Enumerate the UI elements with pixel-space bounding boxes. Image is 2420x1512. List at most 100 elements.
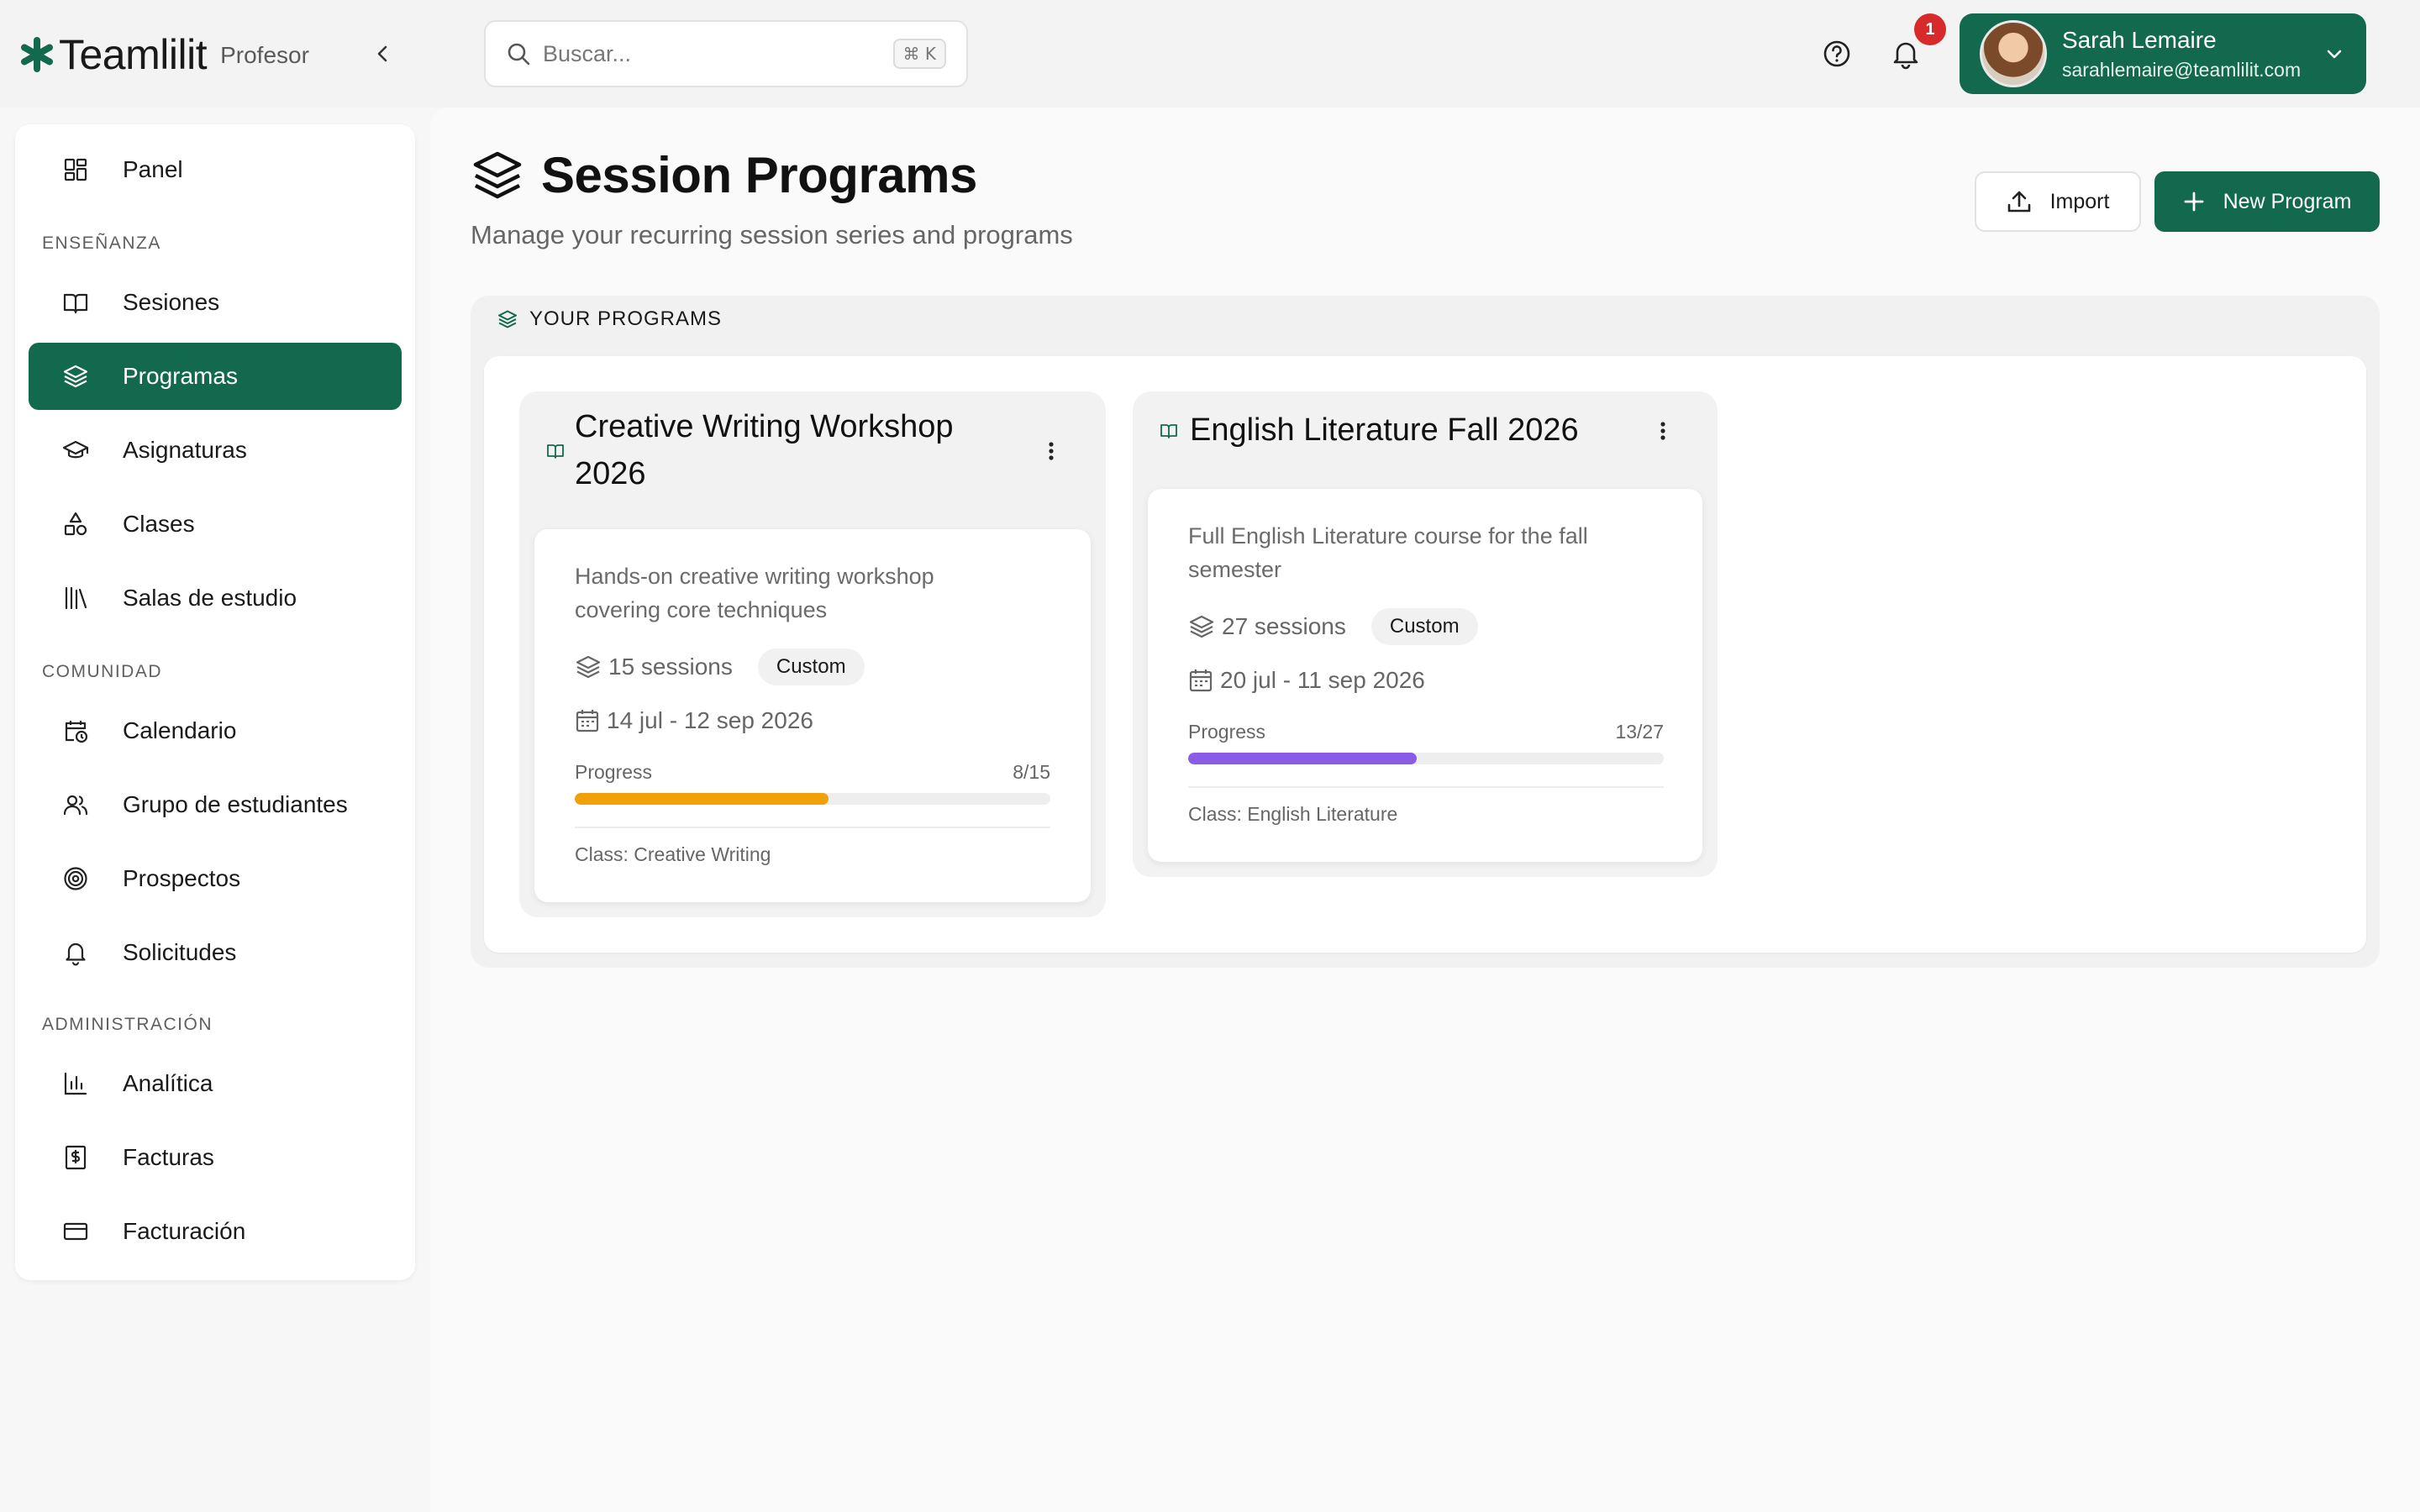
program-description-line: Full English Literature course for the f… bbox=[1188, 523, 1588, 549]
sidebar-item-label: Salas de estudio bbox=[123, 585, 297, 611]
page-subtitle: Manage your recurring session series and… bbox=[471, 220, 1073, 249]
library-icon bbox=[65, 586, 87, 610]
program-description: Full English Literature course for the f… bbox=[1188, 519, 1588, 586]
program-sessions: 15 sessions bbox=[608, 654, 733, 680]
program-description-line: semester bbox=[1188, 557, 1282, 582]
program-description: Hands-on creative writing workshop cover… bbox=[575, 559, 934, 627]
bar-chart-icon bbox=[64, 1072, 87, 1095]
sidebar-item-programas[interactable]: Programas bbox=[29, 343, 402, 410]
program-sessions-row: 15 sessions Custom bbox=[575, 648, 865, 685]
progress-count: 8/15 bbox=[1013, 761, 1050, 783]
collapse-sidebar-button[interactable] bbox=[368, 39, 398, 69]
sidebar-item-prospectos[interactable]: Prospectos bbox=[29, 845, 402, 912]
shapes-icon bbox=[64, 512, 87, 536]
program-description-line: covering core techniques bbox=[575, 597, 828, 622]
new-program-button[interactable]: New Program bbox=[2154, 171, 2380, 232]
sidebar-item-label: Programas bbox=[123, 363, 238, 389]
programs-section-title: YOUR PROGRAMS bbox=[529, 307, 723, 330]
sidebar-section-title: ENSEÑANZA bbox=[42, 234, 161, 253]
program-dates-row: 20 jul - 11 sep 2026 bbox=[1188, 667, 1425, 694]
help-circle-icon bbox=[1823, 40, 1850, 67]
sidebar-item-sesiones[interactable]: Sesiones bbox=[29, 269, 402, 336]
sidebar-item-grupo-de-estudiantes[interactable]: Grupo de estudiantes bbox=[29, 771, 402, 838]
sidebar-item-calendario[interactable]: Calendario bbox=[29, 697, 402, 764]
sidebar-item-label: Analítica bbox=[123, 1070, 213, 1096]
sidebar-item-label: Clases bbox=[123, 511, 195, 537]
program-title-line: Creative Writing Workshop bbox=[575, 409, 954, 444]
brand-name: Teamlilit bbox=[59, 31, 208, 78]
users-icon bbox=[63, 795, 88, 816]
more-vertical-icon[interactable] bbox=[1650, 418, 1676, 444]
upload-icon bbox=[2007, 191, 2030, 213]
brand-role: Profesor bbox=[220, 42, 309, 68]
sidebar-item-label: Facturas bbox=[123, 1144, 214, 1170]
sidebar-item-label: Grupo de estudiantes bbox=[123, 791, 348, 817]
program-class: Class: Creative Writing bbox=[575, 843, 771, 865]
notifications-button[interactable] bbox=[1889, 37, 1923, 71]
layers-icon bbox=[473, 151, 522, 198]
chevron-left-icon bbox=[377, 45, 387, 62]
program-sessions: 27 sessions bbox=[1222, 613, 1346, 639]
book-icon bbox=[1160, 424, 1177, 438]
search-box[interactable]: ⌘ K bbox=[484, 20, 968, 87]
program-type-badge: Custom bbox=[1370, 608, 1478, 645]
program-type-badge: Custom bbox=[757, 648, 865, 685]
chevron-down-icon bbox=[2327, 50, 2342, 59]
program-title: Creative Writing Workshop 2026 bbox=[575, 403, 954, 497]
asterisk-logo-icon bbox=[21, 37, 53, 72]
progress-bar bbox=[575, 793, 1050, 805]
progress-count: 13/27 bbox=[1615, 721, 1664, 743]
sidebar-item-clases[interactable]: Clases bbox=[29, 491, 402, 558]
grid-icon bbox=[64, 158, 87, 181]
new-program-button-label: New Program bbox=[2223, 189, 2352, 213]
credit-card-icon bbox=[63, 1222, 88, 1241]
sidebar-item-label: Sesiones bbox=[123, 289, 220, 315]
search-shortcut: ⌘ K bbox=[892, 39, 946, 69]
sidebar: Panel ENSEÑANZA Sesiones Programas Asign… bbox=[15, 124, 415, 1280]
program-dates: 14 jul - 12 sep 2026 bbox=[607, 707, 813, 733]
top-bar: Teamlilit Profesor ⌘ K 1 Sarah Lemaire bbox=[0, 0, 2420, 108]
programs-section-header: YOUR PROGRAMS bbox=[497, 307, 722, 331]
plus-icon bbox=[2184, 192, 2203, 212]
sidebar-item-salas-de-estudio[interactable]: Salas de estudio bbox=[29, 564, 402, 632]
calendar-icon bbox=[1189, 669, 1213, 692]
sidebar-item-label: Asignaturas bbox=[123, 437, 247, 463]
divider bbox=[575, 827, 1050, 828]
progress-label: Progress bbox=[575, 761, 653, 783]
progress-bar-fill bbox=[575, 793, 829, 805]
program-sessions-row: 27 sessions Custom bbox=[1188, 608, 1478, 645]
target-icon bbox=[64, 867, 87, 890]
layers-icon bbox=[63, 365, 88, 388]
divider bbox=[1188, 786, 1664, 788]
sidebar-item-facturacion[interactable]: Facturación bbox=[29, 1198, 402, 1265]
book-icon bbox=[547, 444, 564, 459]
search-icon bbox=[508, 43, 530, 66]
user-name: Sarah Lemaire bbox=[2062, 26, 2217, 53]
sidebar-item-panel[interactable]: Panel bbox=[29, 136, 402, 203]
page-title: Session Programs bbox=[541, 147, 977, 203]
sidebar-item-analitica[interactable]: Analítica bbox=[29, 1050, 402, 1117]
sidebar-item-solicitudes[interactable]: Solicitudes bbox=[29, 919, 402, 986]
book-icon bbox=[63, 293, 88, 314]
sidebar-item-facturas[interactable]: Facturas bbox=[29, 1124, 402, 1191]
search-input[interactable] bbox=[543, 40, 893, 67]
program-class: Class: English Literature bbox=[1188, 803, 1398, 825]
calendar-clock-icon bbox=[65, 721, 88, 743]
import-button[interactable]: Import bbox=[1975, 171, 2141, 232]
progress-bar-fill bbox=[1188, 753, 1418, 764]
user-menu[interactable]: Sarah Lemaire sarahlemaire@teamlilit.com bbox=[1960, 13, 2366, 94]
program-dates-row: 14 jul - 12 sep 2026 bbox=[575, 707, 813, 734]
help-button[interactable] bbox=[1822, 39, 1852, 69]
sidebar-section-title: ADMINISTRACIÓN bbox=[42, 1015, 213, 1034]
notification-count-badge: 1 bbox=[1914, 13, 1946, 45]
sidebar-item-label: Facturación bbox=[123, 1218, 246, 1244]
brand-logo[interactable]: Teamlilit Profesor bbox=[18, 30, 309, 79]
bell-icon bbox=[66, 942, 86, 966]
layers-icon bbox=[1189, 615, 1214, 638]
graduation-cap-icon bbox=[62, 440, 89, 459]
sidebar-item-label: Calendario bbox=[123, 717, 237, 743]
more-vertical-icon[interactable] bbox=[1039, 438, 1064, 464]
sidebar-item-asignaturas[interactable]: Asignaturas bbox=[29, 417, 402, 484]
layers-icon bbox=[498, 310, 517, 328]
avatar bbox=[1980, 20, 2047, 87]
